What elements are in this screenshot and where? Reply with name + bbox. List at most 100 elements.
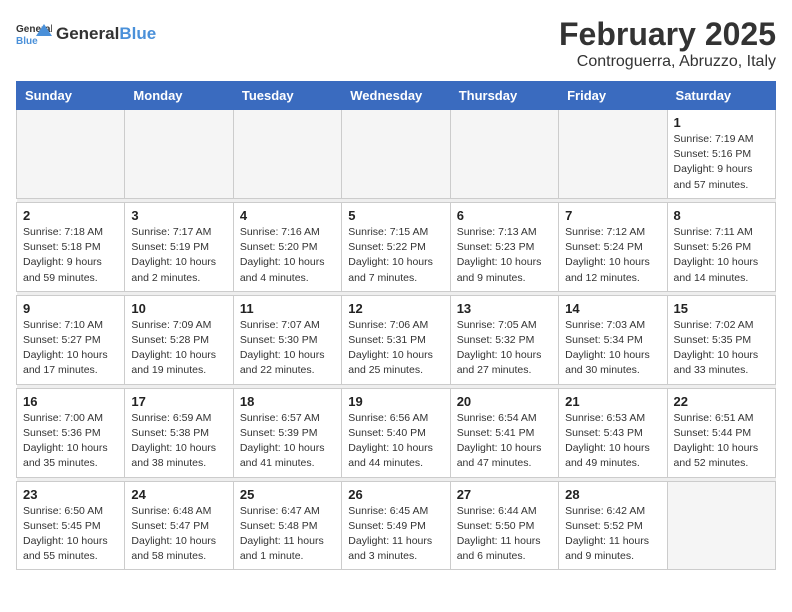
table-row [667,481,775,570]
day-info: Sunrise: 6:45 AM Sunset: 5:49 PM Dayligh… [348,504,443,565]
table-row: 4Sunrise: 7:16 AM Sunset: 5:20 PM Daylig… [233,202,341,291]
day-number: 10 [131,301,226,316]
table-row: 3Sunrise: 7:17 AM Sunset: 5:19 PM Daylig… [125,202,233,291]
day-number: 11 [240,301,335,316]
table-row: 6Sunrise: 7:13 AM Sunset: 5:23 PM Daylig… [450,202,558,291]
day-info: Sunrise: 6:44 AM Sunset: 5:50 PM Dayligh… [457,504,552,565]
day-info: Sunrise: 7:19 AM Sunset: 5:16 PM Dayligh… [674,132,769,193]
table-row [450,110,558,199]
weekday-header-row: Sunday Monday Tuesday Wednesday Thursday… [17,82,776,110]
header-thursday: Thursday [450,82,558,110]
table-row: 25 Sunrise: 6:47 AM Sunset: 5:48 PM Dayli… [233,481,341,570]
day-info: Sunrise: 6:59 AM Sunset: 5:38 PM Dayligh… [131,411,226,472]
table-row: 20 Sunrise: 6:54 AM Sunset: 5:41 PM Dayli… [450,388,558,477]
table-row: 19 Sunrise: 6:56 AM Sunset: 5:40 PM Dayli… [342,388,450,477]
day-info: Sunrise: 7:06 AM Sunset: 5:31 PM Dayligh… [348,318,443,379]
day-info: Sunrise: 6:48 AM Sunset: 5:47 PM Dayligh… [131,504,226,565]
day-number: 22 [674,394,769,409]
calendar-week-row: 1 Sunrise: 7:19 AM Sunset: 5:16 PM Daylig… [17,110,776,199]
day-number: 9 [23,301,118,316]
header-friday: Friday [559,82,667,110]
day-info: Sunrise: 7:12 AM Sunset: 5:24 PM Dayligh… [565,225,660,286]
day-number: 17 [131,394,226,409]
table-row: 15 Sunrise: 7:02 AM Sunset: 5:35 PM Dayli… [667,295,775,384]
table-row: 27Sunrise: 6:44 AM Sunset: 5:50 PM Dayli… [450,481,558,570]
calendar-week-row: 16Sunrise: 7:00 AM Sunset: 5:36 PM Dayli… [17,388,776,477]
day-number: 8 [674,208,769,223]
header-monday: Monday [125,82,233,110]
header-tuesday: Tuesday [233,82,341,110]
day-number: 25 [240,487,335,502]
table-row [125,110,233,199]
header-sunday: Sunday [17,82,125,110]
day-info: Sunrise: 7:10 AM Sunset: 5:27 PM Dayligh… [23,318,118,379]
day-number: 3 [131,208,226,223]
day-info: Sunrise: 6:47 AM Sunset: 5:48 PM Dayligh… [240,504,335,565]
day-number: 23 [23,487,118,502]
table-row: 8 Sunrise: 7:11 AM Sunset: 5:26 PM Daylig… [667,202,775,291]
table-row: 11 Sunrise: 7:07 AM Sunset: 5:30 PM Dayli… [233,295,341,384]
table-row: 2Sunrise: 7:18 AM Sunset: 5:18 PM Daylig… [17,202,125,291]
day-number: 18 [240,394,335,409]
day-number: 4 [240,208,335,223]
day-info: Sunrise: 6:50 AM Sunset: 5:45 PM Dayligh… [23,504,118,565]
table-row: 16Sunrise: 7:00 AM Sunset: 5:36 PM Dayli… [17,388,125,477]
table-row: 14 Sunrise: 7:03 AM Sunset: 5:34 PM Dayli… [559,295,667,384]
day-info: Sunrise: 6:56 AM Sunset: 5:40 PM Dayligh… [348,411,443,472]
logo: General Blue GeneralBlue [16,16,156,52]
day-info: Sunrise: 7:02 AM Sunset: 5:35 PM Dayligh… [674,318,769,379]
table-row: 5 Sunrise: 7:15 AM Sunset: 5:22 PM Daylig… [342,202,450,291]
table-row: 12Sunrise: 7:06 AM Sunset: 5:31 PM Dayli… [342,295,450,384]
day-info: Sunrise: 6:42 AM Sunset: 5:52 PM Dayligh… [565,504,660,565]
table-row: 9 Sunrise: 7:10 AM Sunset: 5:27 PM Daylig… [17,295,125,384]
table-row: 28 Sunrise: 6:42 AM Sunset: 5:52 PM Dayli… [559,481,667,570]
table-row: 7 Sunrise: 7:12 AM Sunset: 5:24 PM Daylig… [559,202,667,291]
day-info: Sunrise: 7:15 AM Sunset: 5:22 PM Dayligh… [348,225,443,286]
table-row: 23 Sunrise: 6:50 AM Sunset: 5:45 PM Dayli… [17,481,125,570]
day-info: Sunrise: 7:07 AM Sunset: 5:30 PM Dayligh… [240,318,335,379]
table-row: 17 Sunrise: 6:59 AM Sunset: 5:38 PM Dayli… [125,388,233,477]
day-info: Sunrise: 7:09 AM Sunset: 5:28 PM Dayligh… [131,318,226,379]
day-info: Sunrise: 6:53 AM Sunset: 5:43 PM Dayligh… [565,411,660,472]
day-info: Sunrise: 6:54 AM Sunset: 5:41 PM Dayligh… [457,411,552,472]
calendar-title: February 2025 [559,16,776,53]
day-number: 1 [674,115,769,130]
day-number: 15 [674,301,769,316]
svg-text:Blue: Blue [16,36,38,47]
day-info: Sunrise: 7:05 AM Sunset: 5:32 PM Dayligh… [457,318,552,379]
table-row [559,110,667,199]
day-number: 26 [348,487,443,502]
day-number: 5 [348,208,443,223]
day-number: 6 [457,208,552,223]
day-info: Sunrise: 7:03 AM Sunset: 5:34 PM Dayligh… [565,318,660,379]
calendar-week-row: 23 Sunrise: 6:50 AM Sunset: 5:45 PM Dayli… [17,481,776,570]
calendar-week-row: 2Sunrise: 7:18 AM Sunset: 5:18 PM Daylig… [17,202,776,291]
header-saturday: Saturday [667,82,775,110]
table-row: 13 Sunrise: 7:05 AM Sunset: 5:32 PM Dayli… [450,295,558,384]
day-info: Sunrise: 7:11 AM Sunset: 5:26 PM Dayligh… [674,225,769,286]
day-info: Sunrise: 7:00 AM Sunset: 5:36 PM Dayligh… [23,411,118,472]
day-number: 21 [565,394,660,409]
calendar-subtitle: Controguerra, Abruzzo, Italy [559,53,776,71]
day-info: Sunrise: 6:51 AM Sunset: 5:44 PM Dayligh… [674,411,769,472]
table-row: 26 Sunrise: 6:45 AM Sunset: 5:49 PM Dayli… [342,481,450,570]
logo-blue: Blue [119,24,156,43]
table-row: 18 Sunrise: 6:57 AM Sunset: 5:39 PM Dayli… [233,388,341,477]
table-row: 22 Sunrise: 6:51 AM Sunset: 5:44 PM Dayli… [667,388,775,477]
logo-text-group: GeneralBlue [56,25,156,44]
day-number: 14 [565,301,660,316]
day-number: 19 [348,394,443,409]
day-info: Sunrise: 6:57 AM Sunset: 5:39 PM Dayligh… [240,411,335,472]
table-row: 10 Sunrise: 7:09 AM Sunset: 5:28 PM Dayli… [125,295,233,384]
calendar-table: Sunday Monday Tuesday Wednesday Thursday… [16,81,776,570]
day-number: 7 [565,208,660,223]
table-row: 1 Sunrise: 7:19 AM Sunset: 5:16 PM Daylig… [667,110,775,199]
day-info: Sunrise: 7:18 AM Sunset: 5:18 PM Dayligh… [23,225,118,286]
day-number: 20 [457,394,552,409]
day-number: 28 [565,487,660,502]
title-block: February 2025 Controguerra, Abruzzo, Ita… [559,16,776,71]
table-row [233,110,341,199]
logo-general: General [56,24,119,43]
page-header: General Blue GeneralBlue February 2025 C… [16,16,776,71]
day-number: 13 [457,301,552,316]
